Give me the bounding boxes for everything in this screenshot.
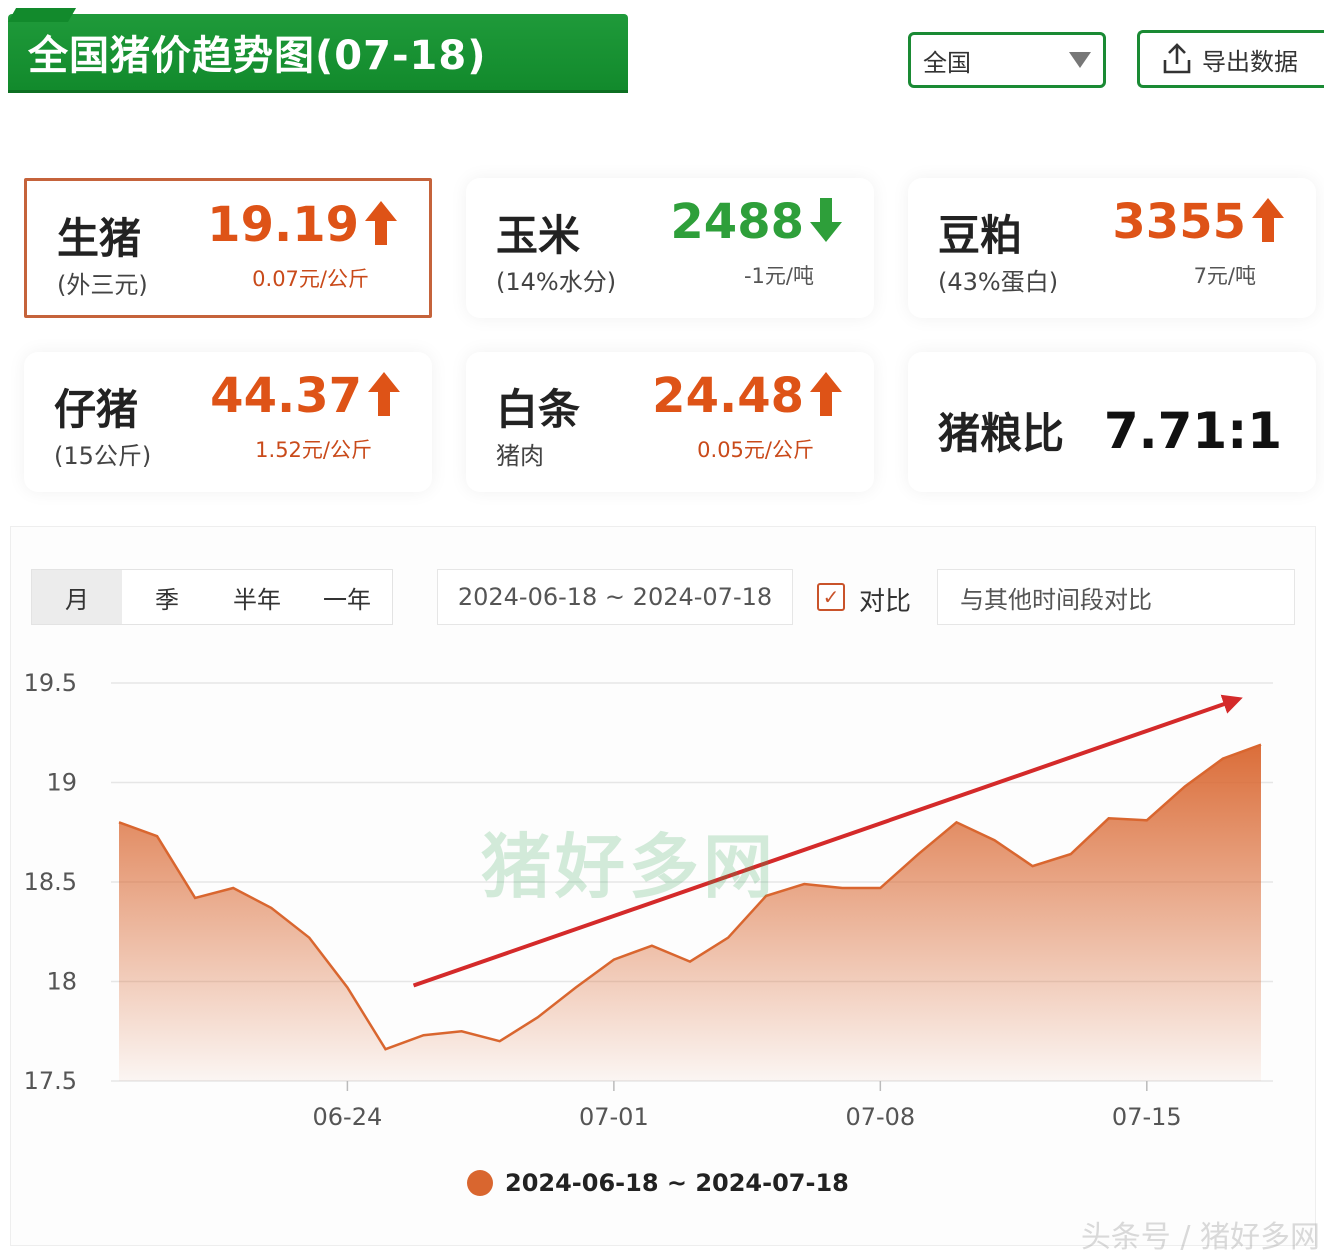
x-tick-label: 06-24 [313,1103,383,1131]
card-corn[interactable]: 玉米 (14%水分) 2488 -1元/吨 [466,178,874,318]
card-soymeal[interactable]: 豆粕 (43%蛋白) 3355 7元/吨 [908,178,1316,318]
card-value: 7.71:1 [1103,402,1282,460]
chevron-down-icon [1069,52,1091,68]
card-value: 19.19 [207,197,359,253]
card-carcass-pork[interactable]: 白条 猪肉 24.48 0.05元/公斤 [466,352,874,492]
y-tick-label: 19.5 [24,669,77,697]
card-name: 仔猪 [54,385,139,434]
legend-dot [467,1170,493,1196]
card-change: 0.07元/公斤 [252,267,369,291]
card-hog-grain-ratio[interactable]: 猪粮比 7.71:1 [908,352,1316,492]
card-value: 3355 [1112,194,1246,250]
card-name: 豆粕 [938,211,1023,260]
x-tick-label: 07-08 [845,1103,915,1131]
card-sub: (15公斤) [54,442,152,470]
card-value: 24.48 [652,368,804,424]
watermark: 猪好多网 [481,826,777,908]
card-sub: 猪肉 [496,442,544,470]
legend-label: 2024-06-18 ~ 2024-07-18 [505,1169,849,1197]
title-bar: 全国猪价趋势图(07-18) [8,14,628,90]
x-tick-label: 07-01 [579,1103,649,1131]
region-select-value: 全国 [923,48,971,77]
arrow-down-icon [810,198,842,242]
x-tick-label: 07-15 [1112,1103,1182,1131]
series-area [119,744,1261,1081]
y-tick-label: 18.5 [24,868,77,896]
upload-icon [1163,43,1191,74]
arrow-up-icon [368,372,400,416]
card-sub: (外三元) [57,271,148,299]
y-tick-label: 18 [46,968,77,996]
chart-legend[interactable]: 2024-06-18 ~ 2024-07-18 [467,1169,849,1197]
card-change: 1.52元/公斤 [255,438,372,462]
export-button[interactable]: 导出数据 [1137,30,1324,88]
card-name: 玉米 [496,211,581,260]
y-tick-label: 17.5 [24,1067,77,1095]
card-name: 猪粮比 [938,409,1065,458]
export-button-label: 导出数据 [1202,47,1298,76]
card-value: 2488 [670,194,804,250]
arrow-up-icon [365,201,397,245]
card-piglet[interactable]: 仔猪 (15公斤) 44.37 1.52元/公斤 [24,352,432,492]
card-change: -1元/吨 [743,264,814,288]
card-value: 44.37 [210,368,362,424]
card-change: 7元/吨 [1193,264,1256,288]
card-sub: (43%蛋白) [938,268,1059,296]
card-sub: (14%水分) [496,268,617,296]
chart-panel: 月 季 半年 一年 2024-06-18 ~ 2024-07-18 ✓ 对比 与… [10,526,1316,1246]
card-change: 0.05元/公斤 [697,438,814,462]
card-name: 白条 [496,385,581,434]
card-name: 生猪 [57,214,142,263]
region-select[interactable]: 全国 [908,32,1106,88]
arrow-up-icon [1252,198,1284,242]
page-title: 全国猪价趋势图(07-18) [28,33,487,79]
card-live-hog[interactable]: 生猪 (外三元) 19.19 0.07元/公斤 [24,178,432,318]
y-tick-label: 19 [46,769,77,797]
arrow-up-icon [810,372,842,416]
credit-watermark: 头条号 / 猪好多网 [1080,1220,1320,1255]
